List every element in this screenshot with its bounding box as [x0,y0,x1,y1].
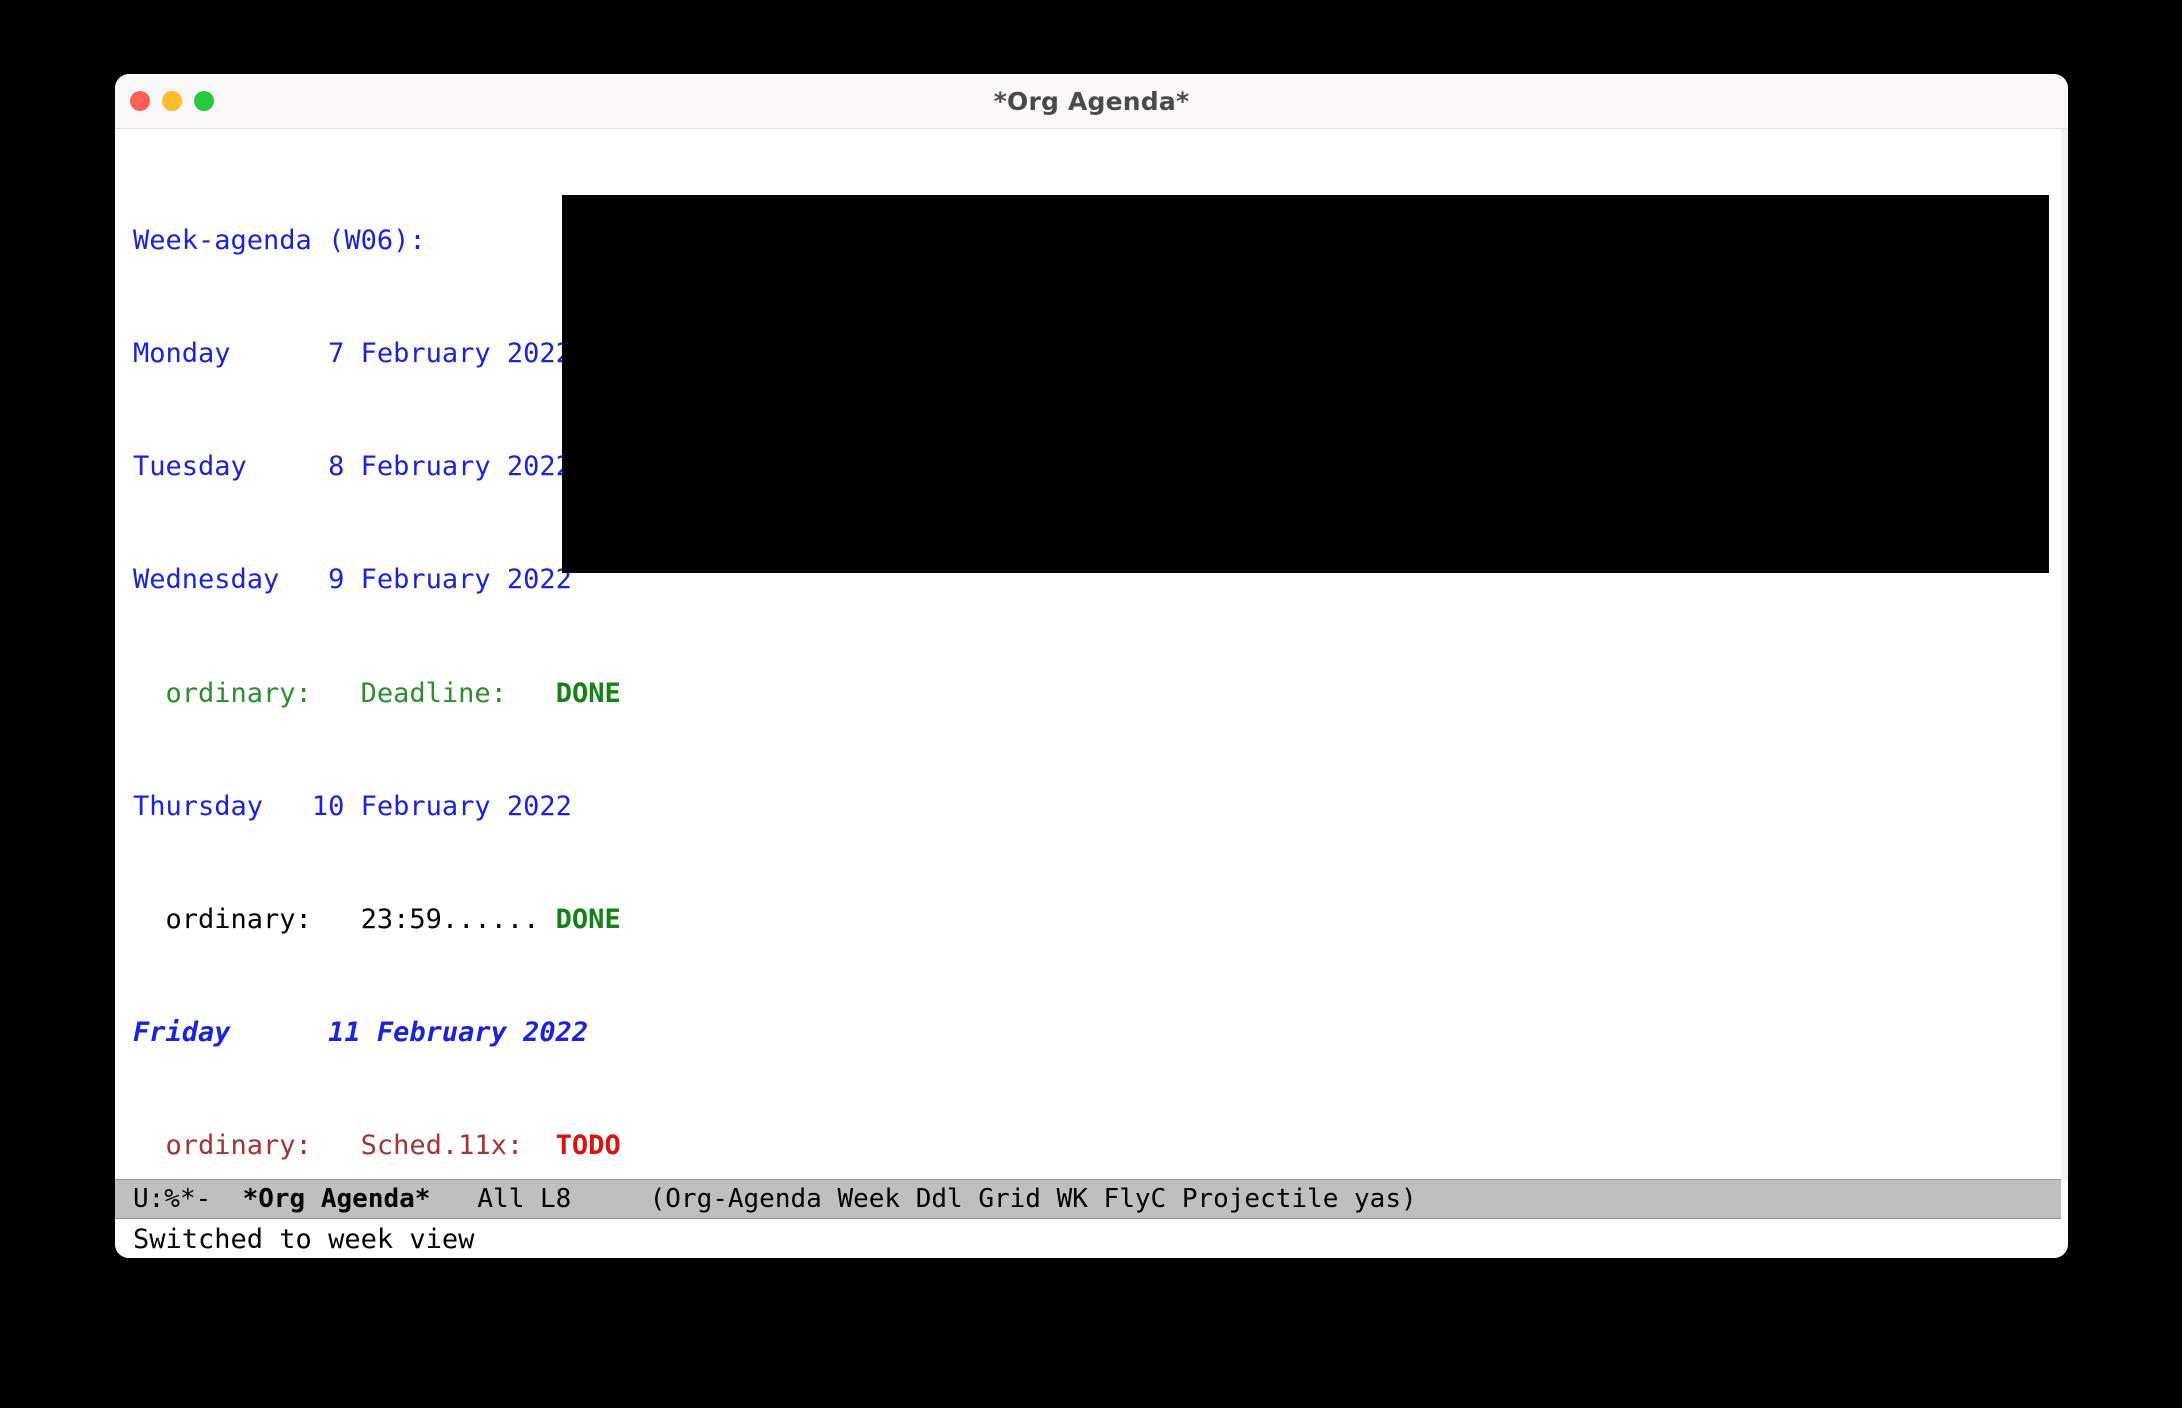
mode-line-minor-modes: (Org-Agenda Week Ddl Grid WK FlyC Projec… [649,1184,1417,1214]
pad-tuesday [247,451,328,482]
entry-category-wed-deadline: ordinary: [133,677,312,709]
day-name-tuesday: Tuesday [133,451,247,483]
entry-state-wed-deadline: DONE [555,677,621,709]
traffic-light-group [130,91,214,111]
entry-state-thu-timed: DONE [555,904,621,936]
agenda-entry-thu-timed[interactable]: ordinary: 23:59...... DONE [133,904,637,936]
entry-gap-wed-deadline [312,678,361,709]
org-agenda-buffer[interactable]: Week-agenda (W06): Monday 7 February 202… [115,129,2068,1181]
pad-monday [231,338,329,369]
buffer-right-fringe[interactable] [2061,129,2068,1181]
entry-detail-thu-timed: 23:59...... [360,904,540,936]
agenda-header-text: Week-agenda (W06): [133,224,426,256]
agenda-entry-fri-sched[interactable]: ordinary: Sched.11x: TODO [133,1132,637,1160]
entry-category-fri-sched: ordinary: [133,1130,312,1162]
black-overlay-panel [562,195,2049,573]
mode-line-gap-1 [211,1184,242,1214]
day-date-tuesday: 8 February 2022 [328,451,572,483]
day-name-monday: Monday [133,338,231,370]
entry-state-fri-sched: TODO [555,1130,621,1162]
mode-line-gap-2 [430,1184,477,1214]
entry-gap2-wed-deadline [507,678,556,709]
entry-detail-wed-deadline: Deadline: [360,677,507,709]
echo-area: Switched to week view [115,1219,2068,1258]
mode-line-gap-3 [571,1184,649,1214]
pad-thursday [263,791,312,822]
agenda-entry-wed-deadline[interactable]: ordinary: Deadline: DONE [133,677,637,709]
day-date-friday: 11 February 2022 [328,1017,589,1049]
pad-friday [231,1017,329,1048]
day-name-thursday: Thursday [133,790,264,822]
day-date-thursday: 10 February 2022 [311,790,572,822]
echo-area-message: Switched to week view [133,1223,475,1255]
minimize-window-button[interactable] [162,91,182,111]
window-title: *Org Agenda* [993,86,1190,116]
window-titlebar: *Org Agenda* [115,74,2068,129]
mode-line-buffer-name: *Org Agenda* [242,1184,431,1214]
day-date-wednesday: 9 February 2022 [328,564,572,596]
close-window-button[interactable] [130,91,150,111]
mode-line-position: All L8 [477,1184,572,1214]
entry-category-thu-timed: ordinary: [133,904,312,936]
entry-gap2-fri-sched [523,1130,556,1161]
agenda-day-friday[interactable]: Friday 11 February 2022 [133,1019,637,1047]
entry-gap-thu-timed [312,904,361,935]
mode-line-coding-indicator: U:%*- [133,1184,212,1214]
entry-gap-fri-sched [312,1130,361,1161]
maximize-window-button[interactable] [194,91,214,111]
mode-line[interactable]: U:%*- *Org Agenda* All L8 (Org-Agenda We… [115,1179,2061,1219]
agenda-day-thursday[interactable]: Thursday 10 February 2022 [133,790,637,822]
day-name-wednesday: Wednesday [133,564,280,596]
entry-gap2-thu-timed [539,904,555,935]
pad-wednesday [279,564,328,595]
entry-detail-fri-sched: Sched.11x: [360,1130,524,1162]
emacs-window: *Org Agenda* Week-agenda (W06): Monday 7… [115,74,2068,1258]
day-name-friday: Friday [133,1017,231,1049]
emacs-frame: Week-agenda (W06): Monday 7 February 202… [115,129,2068,1258]
